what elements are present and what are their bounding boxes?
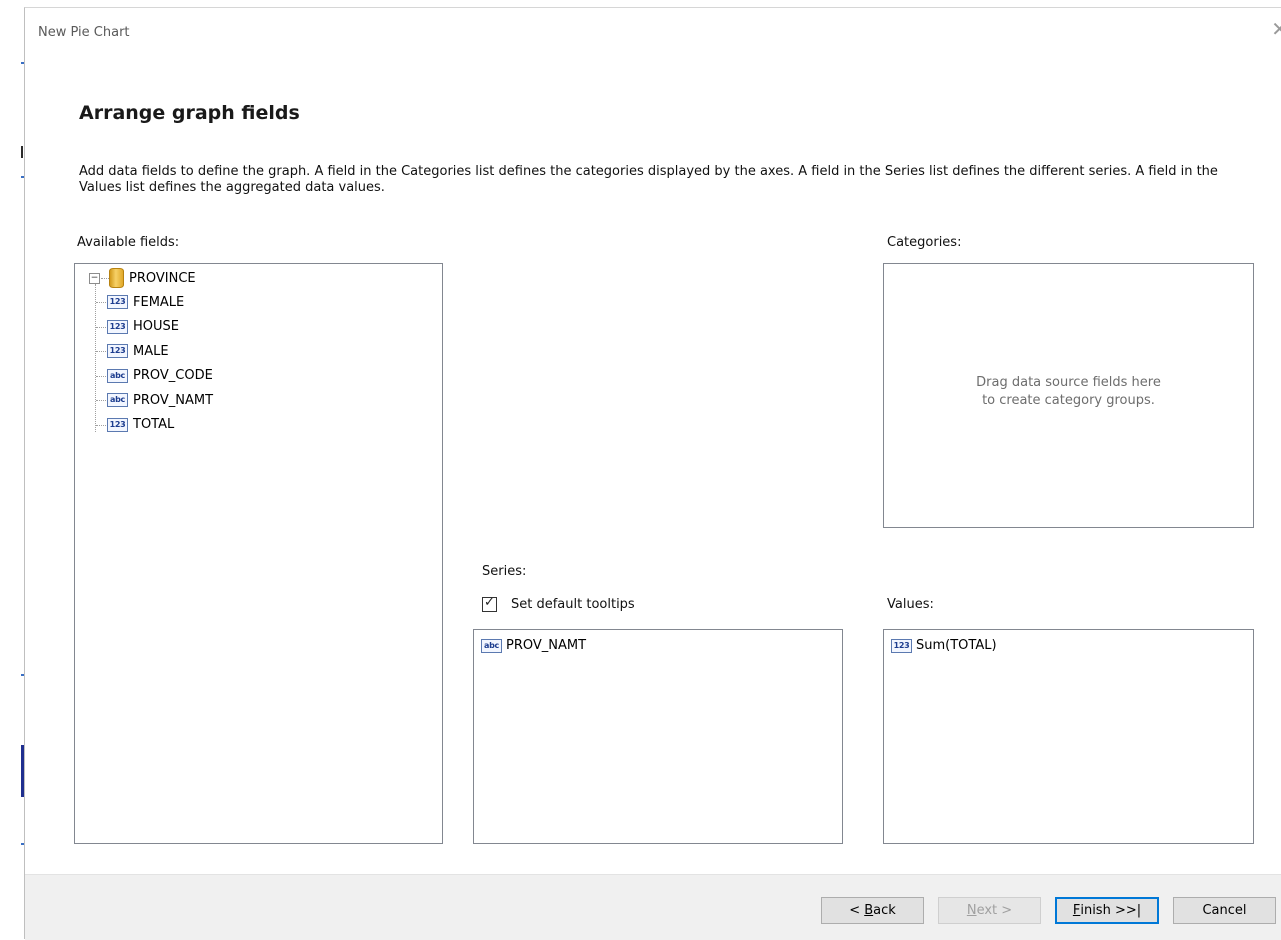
series-label: Series: <box>482 564 527 579</box>
text-field-icon: abc <box>481 638 502 653</box>
text-field-icon: abc <box>107 368 128 383</box>
back-button[interactable]: < Back <box>821 897 924 924</box>
tree-field-item[interactable]: 123 MALE <box>107 340 169 362</box>
numeric-field-icon: 123 <box>107 344 128 358</box>
tree-field-item[interactable]: 123 HOUSE <box>107 316 179 338</box>
new-pie-chart-dialog: New Pie Chart ✕ Arrange graph fields Add… <box>24 7 1281 940</box>
numeric-field-icon: 123 <box>107 417 128 432</box>
next-rest: ext > <box>976 903 1013 918</box>
tree-connector <box>96 424 106 426</box>
tree-connector <box>96 375 106 377</box>
series-item[interactable]: abc PROV_NAMT <box>481 638 586 653</box>
available-fields-label: Available fields: <box>77 235 180 250</box>
database-icon <box>109 268 124 288</box>
tree-field-label: HOUSE <box>133 319 179 334</box>
tree-connector <box>96 400 106 401</box>
tree-field-label: FEMALE <box>133 294 185 310</box>
finish-mnemonic: F <box>1072 903 1081 918</box>
background-window-edge <box>0 0 24 938</box>
tree-connector <box>96 326 106 328</box>
edge-mark <box>21 146 23 158</box>
tree-field-item[interactable]: 123 FEMALE <box>107 291 184 313</box>
tree-connector <box>101 277 109 279</box>
tree-field-label: PROV_NAMT <box>133 392 214 408</box>
values-item[interactable]: 123 Sum(TOTAL) <box>891 638 997 653</box>
page-heading: Arrange graph fields <box>79 102 300 124</box>
collapse-icon[interactable]: − <box>89 272 100 284</box>
finish-button[interactable]: Finish >>| <box>1055 897 1159 924</box>
back-prefix: < <box>849 903 865 918</box>
default-tooltips-label[interactable]: Set default tooltips <box>511 597 635 612</box>
series-item-label: PROV_NAMT <box>506 638 587 653</box>
tree-node-province[interactable]: − PROVINCE <box>89 267 196 289</box>
back-rest: ack <box>873 903 896 918</box>
cancel-button[interactable]: Cancel <box>1173 897 1276 924</box>
values-item-label: Sum(TOTAL) <box>916 638 997 653</box>
tree-field-item[interactable]: abc PROV_NAMT <box>107 389 213 411</box>
next-button[interactable]: Next > <box>938 897 1041 924</box>
available-fields-tree[interactable]: − PROVINCE 123 FEMALE 123 HOUSE 123 MALE abc PR… <box>74 263 443 844</box>
tree-field-item[interactable]: abc PROV_CODE <box>107 365 213 387</box>
tree-connector <box>95 284 96 432</box>
categories-label: Categories: <box>887 235 962 250</box>
tree-field-label: TOTAL <box>133 417 175 432</box>
finish-rest: inish >>| <box>1080 903 1142 918</box>
values-label: Values: <box>887 597 934 612</box>
tree-connector <box>96 302 106 303</box>
back-mnemonic: B <box>864 903 874 918</box>
series-list[interactable]: abc PROV_NAMT <box>473 629 843 844</box>
tree-field-label: PROV_CODE <box>133 368 213 383</box>
tree-node-label: PROVINCE <box>129 270 196 286</box>
tree-field-item[interactable]: 123 TOTAL <box>107 414 174 436</box>
page-description: Add data fields to define the graph. A f… <box>79 164 1218 195</box>
numeric-field-icon: 123 <box>891 638 912 653</box>
categories-hint: to create category groups. <box>982 393 1155 408</box>
categories-hint: Drag data source fields here <box>976 375 1161 390</box>
tree-field-label: MALE <box>133 343 169 359</box>
text-field-icon: abc <box>107 393 128 407</box>
close-icon[interactable]: ✕ <box>1271 19 1281 39</box>
numeric-field-icon: 123 <box>107 295 128 309</box>
categories-drop-zone[interactable]: Drag data source fields here to create c… <box>883 263 1254 528</box>
numeric-field-icon: 123 <box>107 319 128 334</box>
check-icon: ✓ <box>484 595 495 610</box>
next-mnemonic: N <box>966 903 977 918</box>
default-tooltips-checkbox[interactable]: ✓ <box>482 595 497 612</box>
tree-connector <box>96 351 106 352</box>
window-title: New Pie Chart <box>38 25 130 40</box>
title-bar: New Pie Chart ✕ <box>25 8 1281 58</box>
values-list[interactable]: 123 Sum(TOTAL) <box>883 629 1254 844</box>
